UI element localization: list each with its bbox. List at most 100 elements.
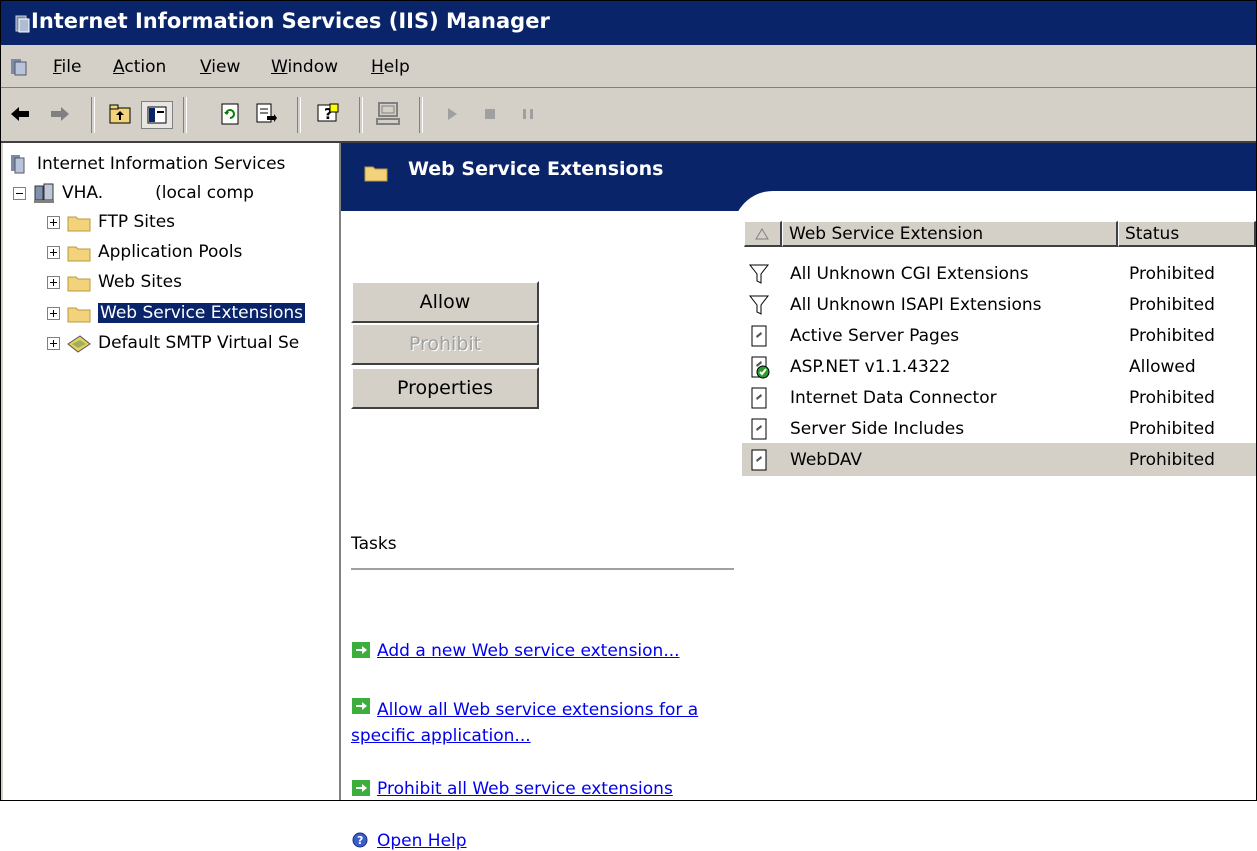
list-row-status: Prohibited	[1129, 449, 1215, 470]
prohibit-button[interactable]: Prohibit	[351, 323, 539, 365]
prohibit-button-label: Prohibit	[408, 333, 482, 355]
menu-bar: File Action View Window Help	[1, 47, 1256, 88]
allow-button-label: Allow	[419, 291, 471, 313]
list-row-name: All Unknown ISAPI Extensions	[790, 295, 1042, 315]
menu-window[interactable]: Window	[271, 57, 338, 77]
list-row-cgi[interactable]: All Unknown CGI Extensions Prohibited	[742, 259, 1256, 289]
list-row-aspnet[interactable]: ASP.NET v1.1.4322 Allowed	[742, 352, 1256, 382]
toolbar-separator	[419, 97, 423, 133]
tree-item-application-pools[interactable]: Application Pools	[47, 237, 242, 267]
task-link-text[interactable]: Prohibit all Web service extensions	[377, 779, 673, 799]
title-bar[interactable]: Internet Information Services (IIS) Mana…	[1, 1, 1256, 45]
refresh-icon[interactable]	[215, 99, 245, 129]
allowed-document-icon	[751, 356, 770, 379]
allow-button[interactable]: Allow	[351, 281, 539, 323]
column-header-status[interactable]: Status	[1118, 221, 1256, 247]
menu-help[interactable]: Help	[371, 57, 410, 77]
tree-item-label: Web Service Extensions	[98, 303, 306, 323]
task-allow-all[interactable]: Allow all Web service extensions for a sp…	[351, 697, 698, 749]
toolbar-separator	[359, 97, 363, 133]
list-row-name: Server Side Includes	[790, 419, 965, 439]
tree-item-label: Default SMTP Virtual Se	[98, 333, 300, 353]
filter-icon	[748, 295, 770, 315]
console-tree[interactable]: Internet Information Services VHA. (loca…	[3, 143, 341, 800]
list-row-status: Allowed	[1129, 357, 1196, 377]
toolbar: ?	[1, 89, 1256, 143]
list-row-isapi[interactable]: All Unknown ISAPI Extensions Prohibited	[742, 290, 1256, 320]
menu-action[interactable]: Action	[113, 57, 166, 77]
document-icon	[751, 325, 767, 347]
list-row-ssi[interactable]: Server Side Includes Prohibited	[742, 414, 1256, 444]
expand-icon[interactable]	[47, 275, 60, 289]
tree-item-web-sites[interactable]: Web Sites	[47, 267, 182, 297]
tasks-heading: Tasks	[351, 534, 397, 554]
show-tree-icon[interactable]	[141, 101, 173, 129]
forward-icon[interactable]	[45, 99, 75, 129]
iis-app-icon	[15, 15, 30, 33]
mmc-document-icon[interactable]	[9, 56, 31, 78]
help-circle-icon: ?	[352, 832, 368, 848]
server-icon	[34, 183, 54, 203]
list-row-webdav[interactable]: WebDAV Prohibited	[742, 443, 1256, 476]
green-arrow-icon	[352, 780, 370, 796]
task-pane: Allow Prohibit Properties Tasks Add a ne…	[341, 211, 734, 851]
sort-ascending-icon	[755, 227, 769, 239]
list-row-name: Internet Data Connector	[790, 388, 997, 408]
column-header-extension[interactable]: Web Service Extension	[782, 221, 1118, 247]
tree-item-web-service-extensions[interactable]: Web Service Extensions	[47, 298, 306, 328]
document-icon	[751, 418, 767, 440]
tree-item-label: Application Pools	[98, 242, 243, 262]
task-prohibit-all[interactable]: Prohibit all Web service extensions	[351, 779, 673, 799]
menu-view[interactable]: View	[200, 57, 240, 77]
sort-icon-column[interactable]	[744, 221, 782, 247]
tree-root-label: Internet Information Services	[37, 154, 286, 174]
stop-icon[interactable]	[475, 99, 505, 129]
list-row-status: Prohibited	[1129, 264, 1215, 284]
toolbar-separator	[297, 97, 301, 133]
task-link-text[interactable]: Open Help	[377, 831, 467, 851]
properties-button[interactable]: Properties	[351, 367, 539, 409]
export-icon[interactable]	[251, 99, 281, 129]
back-icon[interactable]	[5, 99, 35, 129]
extensions-list[interactable]: Web Service Extension Status All Unknown…	[742, 221, 1256, 800]
up-folder-icon[interactable]	[105, 99, 135, 129]
document-icon	[751, 387, 767, 409]
server-suffix: (local comp	[155, 183, 254, 203]
task-link-text-cont[interactable]: specific application...	[351, 726, 531, 746]
task-open-help[interactable]: ? Open Help	[351, 831, 467, 851]
folder-icon	[67, 276, 91, 292]
pause-icon[interactable]	[513, 99, 543, 129]
list-row-idc[interactable]: Internet Data Connector Prohibited	[742, 383, 1256, 413]
tree-item-label: FTP Sites	[98, 212, 176, 232]
svg-text:?: ?	[357, 834, 363, 847]
expand-icon[interactable]	[47, 215, 60, 229]
details-pane: Web Service Extensions Allow Prohibit Pr…	[341, 143, 1256, 851]
help-icon[interactable]: ?	[313, 99, 343, 129]
expand-icon[interactable]	[47, 336, 60, 350]
tree-item-root[interactable]: Internet Information Services	[7, 149, 285, 179]
collapse-icon[interactable]	[13, 186, 26, 200]
filter-icon	[748, 264, 770, 284]
tree-item-server[interactable]: VHA. (local comp	[13, 178, 254, 208]
folder-icon	[364, 166, 388, 182]
window-title: Internet Information Services (IIS) Mana…	[31, 9, 550, 33]
list-row-name: All Unknown CGI Extensions	[790, 264, 1029, 284]
task-link-text[interactable]: Add a new Web service extension...	[377, 641, 680, 661]
list-row-status: Prohibited	[1129, 419, 1215, 439]
list-row-status: Prohibited	[1129, 326, 1215, 346]
expand-icon[interactable]	[47, 245, 60, 259]
list-row-name: Active Server Pages	[790, 326, 960, 346]
expand-icon[interactable]	[47, 306, 60, 320]
folder-icon	[67, 216, 91, 232]
menu-file[interactable]: File	[53, 57, 81, 77]
tree-item-ftp-sites[interactable]: FTP Sites	[47, 207, 175, 237]
list-row-asp[interactable]: Active Server Pages Prohibited	[742, 321, 1256, 351]
list-row-name: ASP.NET v1.1.4322	[790, 357, 951, 377]
toolbar-separator	[91, 97, 95, 133]
smtp-server-icon	[67, 335, 91, 353]
tree-item-default-smtp[interactable]: Default SMTP Virtual Se	[47, 328, 299, 358]
play-icon[interactable]	[437, 99, 467, 129]
computer-icon[interactable]	[373, 99, 403, 129]
task-add-extension[interactable]: Add a new Web service extension...	[351, 641, 680, 661]
task-link-text[interactable]: Allow all Web service extensions for a	[377, 700, 698, 720]
